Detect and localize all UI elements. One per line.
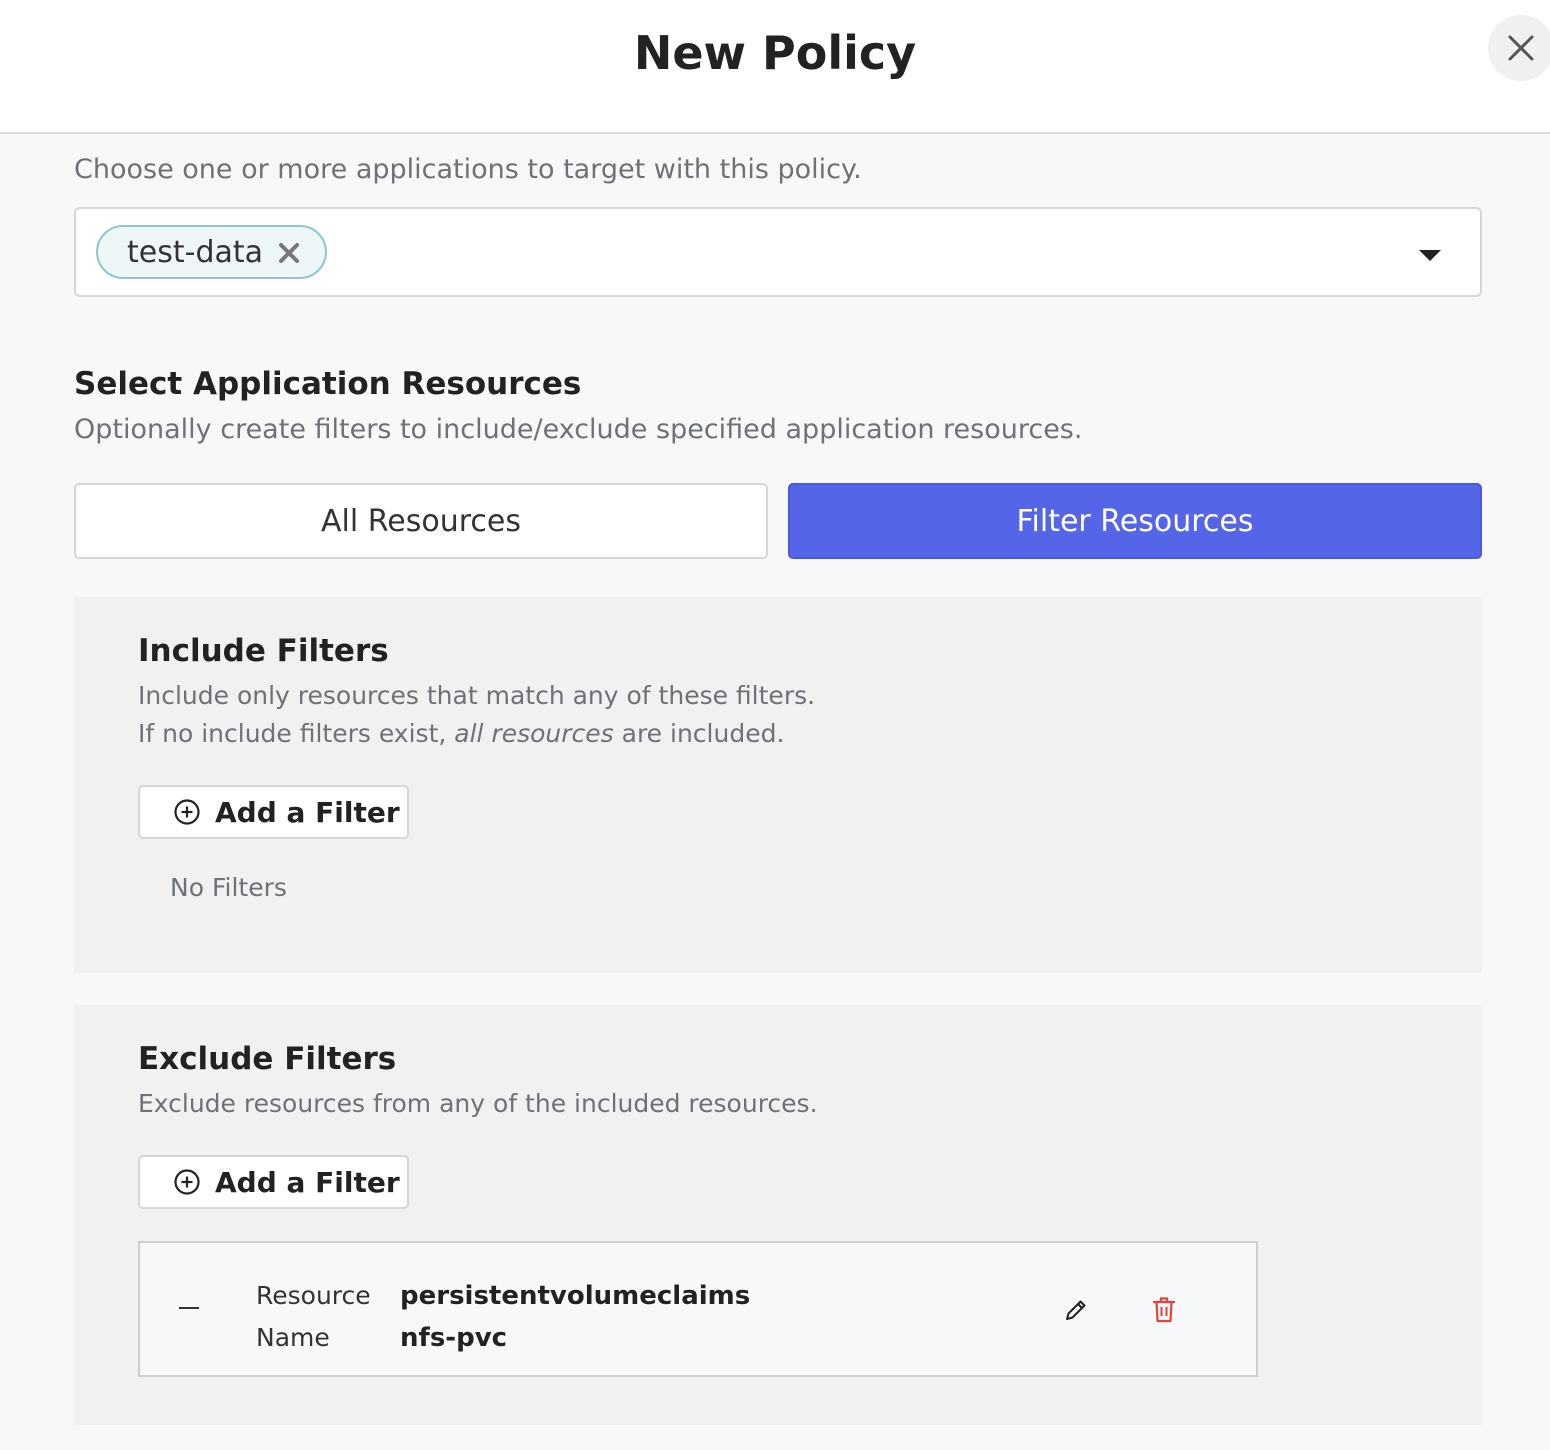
remove-chip-button[interactable] <box>277 241 301 265</box>
include-desc-post: are included. <box>613 719 785 748</box>
caret-down-icon <box>1419 250 1441 261</box>
exclude-filters-description: Exclude resources from any of the includ… <box>138 1089 818 1118</box>
include-filters-title: Include Filters <box>138 633 389 669</box>
add-include-filter-button[interactable]: Add a Filter <box>138 785 409 839</box>
modal-header: New Policy <box>0 0 1550 134</box>
minus-icon <box>179 1307 199 1309</box>
application-chip-label: test-data <box>127 234 264 270</box>
plus-circle-icon <box>174 799 200 825</box>
exclude-filter-item: Resource persistentvolumeclaims Name nfs… <box>138 1241 1258 1377</box>
modal-title: New Policy <box>633 26 917 80</box>
application-select[interactable]: test-data <box>74 207 1482 297</box>
dropdown-toggle[interactable] <box>1418 247 1442 263</box>
include-empty-state: No Filters <box>170 873 287 902</box>
include-filters-description-line2: If no include filters exist, all resourc… <box>138 715 815 753</box>
edit-filter-button[interactable] <box>1062 1295 1090 1325</box>
collapse-filter-button[interactable] <box>178 1293 200 1323</box>
application-chip: test-data <box>96 225 327 279</box>
close-button[interactable] <box>1488 15 1550 81</box>
close-icon <box>1508 35 1534 61</box>
resources-section-title: Select Application Resources <box>74 366 582 402</box>
filter-resource-value: persistentvolumeclaims <box>400 1281 751 1311</box>
exclude-filters-panel: Exclude Filters Exclude resources from a… <box>74 1005 1482 1425</box>
add-include-filter-label: Add a Filter <box>215 795 400 829</box>
resources-section-description: Optionally create filters to include/exc… <box>74 414 1083 445</box>
include-filters-panel: Include Filters Include only resources t… <box>74 597 1482 973</box>
filter-resource-key: Resource <box>256 1281 371 1310</box>
pencil-icon <box>1066 1300 1086 1320</box>
include-filters-description: Include only resources that match any of… <box>138 677 815 753</box>
add-exclude-filter-label: Add a Filter <box>215 1165 400 1199</box>
filter-name-value: nfs-pvc <box>400 1323 508 1353</box>
all-resources-button[interactable]: All Resources <box>74 483 768 559</box>
filter-resources-button[interactable]: Filter Resources <box>788 483 1482 559</box>
applications-intro: Choose one or more applications to targe… <box>74 154 862 185</box>
include-filters-description-line1: Include only resources that match any of… <box>138 681 816 710</box>
trash-icon <box>1152 1297 1176 1323</box>
remove-icon <box>279 243 299 263</box>
include-desc-pre: If no include filters exist, <box>138 719 455 748</box>
plus-circle-icon <box>174 1169 200 1195</box>
filter-name-key: Name <box>256 1323 330 1352</box>
exclude-filters-title: Exclude Filters <box>138 1041 397 1077</box>
include-desc-emphasis: all resources <box>454 719 614 748</box>
add-exclude-filter-button[interactable]: Add a Filter <box>138 1155 409 1209</box>
delete-filter-button[interactable] <box>1150 1295 1178 1325</box>
